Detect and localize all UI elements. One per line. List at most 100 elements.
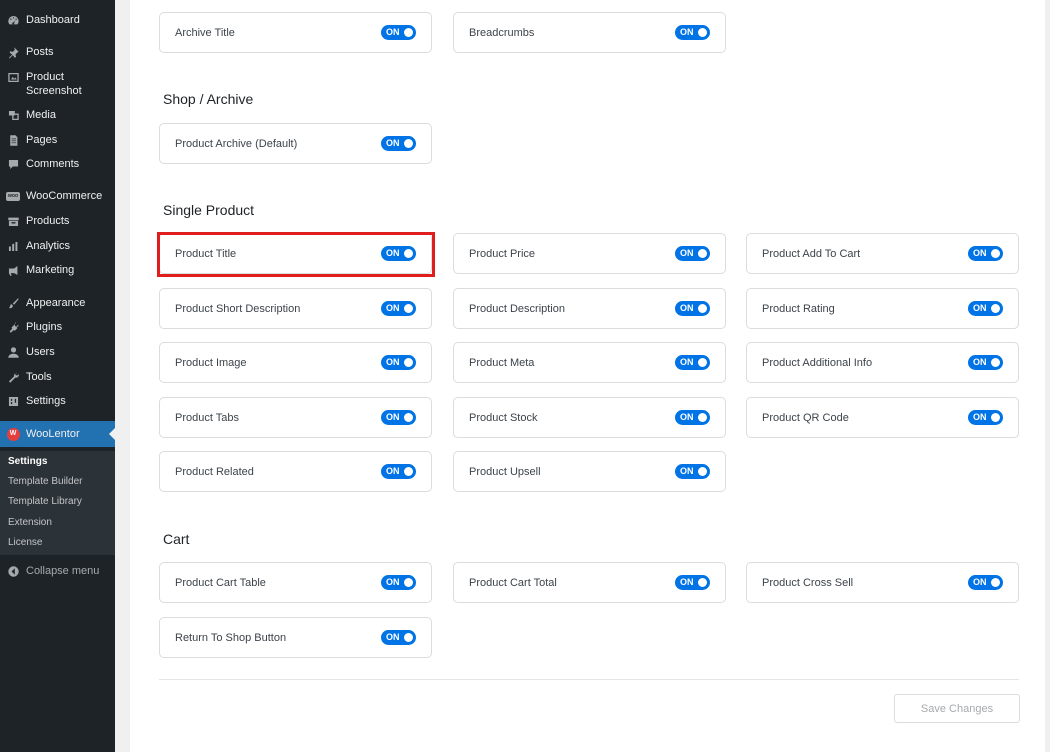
submenu-template-library[interactable]: Template Library xyxy=(8,496,82,507)
toggle-switch[interactable]: ON xyxy=(381,136,416,151)
setting-card: Product Archive (Default) ON xyxy=(159,123,432,164)
menu-label: Products xyxy=(26,215,70,227)
toggle-knob xyxy=(404,413,413,422)
toggle-knob xyxy=(404,358,413,367)
toggle-text: ON xyxy=(680,27,694,37)
image-icon xyxy=(6,70,20,84)
toggle-knob xyxy=(404,304,413,313)
menu-woolentor[interactable]: W WooLentor xyxy=(0,421,115,447)
toggle-switch[interactable]: ON xyxy=(675,355,710,370)
toggle-knob xyxy=(698,28,707,37)
setting-card: Archive Title ON xyxy=(159,12,432,53)
toggle-switch[interactable]: ON xyxy=(968,301,1003,316)
page-icon xyxy=(6,133,20,147)
megaphone-icon xyxy=(6,263,20,277)
menu-posts[interactable]: Posts xyxy=(0,45,115,59)
menu-comments[interactable]: Comments xyxy=(0,157,115,171)
setting-card: Return To Shop Button ON xyxy=(159,617,432,658)
menu-media[interactable]: Media xyxy=(0,108,115,122)
toggle-text: ON xyxy=(386,632,400,642)
toggle-switch[interactable]: ON xyxy=(381,630,416,645)
toggle-text: ON xyxy=(386,466,400,476)
section-heading-cart: Cart xyxy=(163,531,190,547)
toggle-switch[interactable]: ON xyxy=(968,575,1003,590)
toggle-switch[interactable]: ON xyxy=(381,355,416,370)
toggle-switch[interactable]: ON xyxy=(675,25,710,40)
toggle-text: ON xyxy=(680,466,694,476)
scrollbar[interactable] xyxy=(1045,0,1050,752)
toggle-switch[interactable]: ON xyxy=(381,301,416,316)
menu-products[interactable]: Products xyxy=(0,214,115,228)
menu-plugins[interactable]: Plugins xyxy=(0,320,115,334)
toggle-switch[interactable]: ON xyxy=(968,355,1003,370)
toggle-switch[interactable]: ON xyxy=(381,246,416,261)
setting-card: Product Meta ON xyxy=(453,342,726,383)
setting-label: Product Add To Cart xyxy=(762,247,861,260)
setting-label: Product Cross Sell xyxy=(762,576,854,589)
collapse-menu-button[interactable]: Collapse menu xyxy=(0,564,115,578)
setting-card: Product Image ON xyxy=(159,342,432,383)
menu-analytics[interactable]: Analytics xyxy=(0,239,115,253)
media-icon xyxy=(6,108,20,122)
toggle-switch[interactable]: ON xyxy=(381,410,416,425)
menu-woocommerce[interactable]: woo WooCommerce xyxy=(0,189,115,203)
toggle-switch[interactable]: ON xyxy=(968,410,1003,425)
toggle-switch[interactable]: ON xyxy=(381,575,416,590)
setting-card: Product Rating ON xyxy=(746,288,1019,329)
toggle-switch[interactable]: ON xyxy=(675,575,710,590)
setting-label: Product Tabs xyxy=(175,411,240,424)
menu-settings[interactable]: Settings xyxy=(0,394,115,408)
toggle-text: ON xyxy=(386,138,400,148)
menu-label: Marketing xyxy=(26,264,75,276)
setting-label: Product Cart Total xyxy=(469,576,557,589)
toggle-switch[interactable]: ON xyxy=(675,246,710,261)
menu-label: WooLentor xyxy=(26,428,80,440)
toggle-knob xyxy=(698,578,707,587)
setting-card: Breadcrumbs ON xyxy=(453,12,726,53)
menu-dashboard[interactable]: Dashboard xyxy=(0,13,115,27)
menu-appearance[interactable]: Appearance xyxy=(0,296,115,310)
menu-label: Posts xyxy=(26,46,54,58)
save-changes-button[interactable]: Save Changes xyxy=(894,694,1020,723)
setting-label: Product Meta xyxy=(469,356,535,369)
toggle-text: ON xyxy=(973,412,987,422)
menu-users[interactable]: Users xyxy=(0,345,115,359)
dashboard-icon xyxy=(6,13,20,27)
submenu-extension[interactable]: Extension xyxy=(8,517,52,528)
toggle-text: ON xyxy=(386,27,400,37)
toggle-switch[interactable]: ON xyxy=(381,25,416,40)
divider xyxy=(159,679,1019,680)
toggle-switch[interactable]: ON xyxy=(968,246,1003,261)
toggle-switch[interactable]: ON xyxy=(675,301,710,316)
setting-card: Product Description ON xyxy=(453,288,726,329)
setting-label: Return To Shop Button xyxy=(175,631,287,644)
menu-product-screenshot[interactable]: Product Screenshot xyxy=(0,70,115,98)
setting-label: Product Image xyxy=(175,356,247,369)
toggle-knob xyxy=(404,633,413,642)
submenu-template-builder[interactable]: Template Builder xyxy=(8,476,82,487)
user-icon xyxy=(6,345,20,359)
submenu-license[interactable]: License xyxy=(8,537,42,548)
section-heading-single-product: Single Product xyxy=(163,202,255,218)
woolentor-icon: W xyxy=(6,427,20,441)
menu-marketing[interactable]: Marketing xyxy=(0,263,115,277)
menu-pages[interactable]: Pages xyxy=(0,133,115,147)
toggle-text: ON xyxy=(680,248,694,258)
collapse-label: Collapse menu xyxy=(26,565,100,577)
toggle-switch[interactable]: ON xyxy=(381,464,416,479)
toggle-switch[interactable]: ON xyxy=(675,464,710,479)
chart-icon xyxy=(6,239,20,253)
toggle-text: ON xyxy=(973,303,987,313)
menu-tools[interactable]: Tools xyxy=(0,370,115,384)
setting-label: Product Price xyxy=(469,247,536,260)
setting-card: Product Additional Info ON xyxy=(746,342,1019,383)
setting-label: Product Short Description xyxy=(175,302,301,315)
toggle-text: ON xyxy=(386,412,400,422)
toggle-text: ON xyxy=(386,577,400,587)
setting-card: Product Related ON xyxy=(159,451,432,492)
menu-label: Analytics xyxy=(26,240,71,252)
submenu-settings[interactable]: Settings xyxy=(8,456,47,467)
toggle-switch[interactable]: ON xyxy=(675,410,710,425)
setting-label: Product Related xyxy=(175,465,254,478)
comment-icon xyxy=(6,157,20,171)
